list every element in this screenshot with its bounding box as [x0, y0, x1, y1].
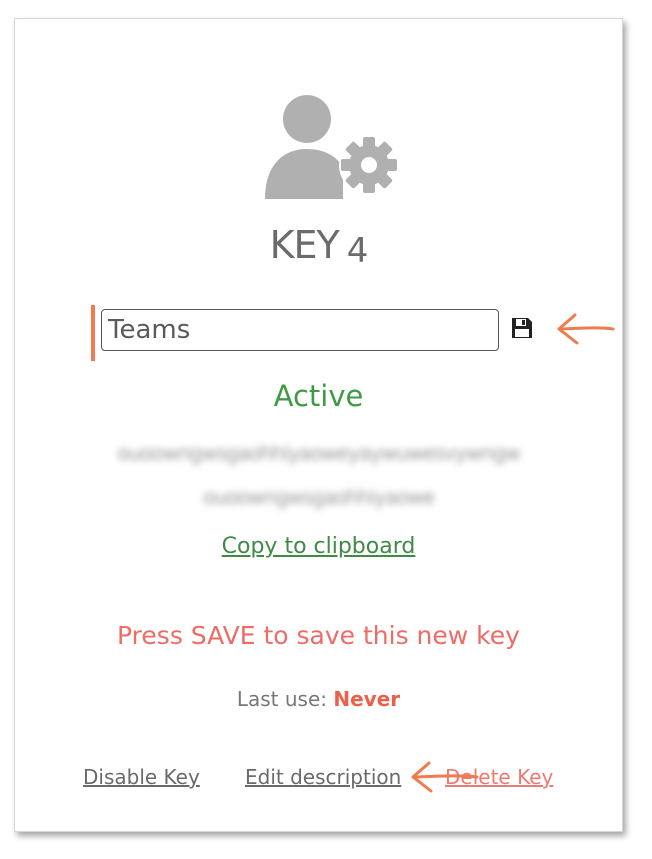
- api-key-card: KEY4 Active ouoowngwsgaohhiyaoweyaywuwes…: [14, 18, 623, 832]
- key-title: KEY 4: [15, 223, 622, 271]
- masked-key-line-1: ouoowngwsgaohhiyaoweyaywuwesvywngw: [117, 441, 521, 465]
- annotation-arrow-icon: [557, 313, 615, 345]
- masked-key-line-2: ouoowngwsgaohhiyaowe: [203, 485, 435, 509]
- copy-to-clipboard-link[interactable]: Copy to clipboard: [15, 534, 622, 559]
- annotation-arrow-icon: [411, 761, 479, 793]
- last-use-info: Last use: Never: [15, 687, 622, 711]
- floppy-disk-icon[interactable]: [510, 316, 534, 340]
- disable-key-link[interactable]: Disable Key: [83, 765, 200, 789]
- user-gear-icon: [265, 95, 399, 199]
- key-number: 4: [346, 231, 369, 271]
- status-text: Active: [273, 379, 364, 413]
- save-warning-text: Press SAVE to save this new key: [117, 621, 520, 650]
- edit-description-link[interactable]: Edit description: [245, 765, 401, 789]
- description-input[interactable]: [101, 309, 499, 351]
- last-use-value: Never: [333, 687, 401, 711]
- last-use-label: Last use:: [236, 687, 327, 711]
- key-title-prefix: KEY: [269, 223, 340, 267]
- annotation-marker: [91, 305, 95, 361]
